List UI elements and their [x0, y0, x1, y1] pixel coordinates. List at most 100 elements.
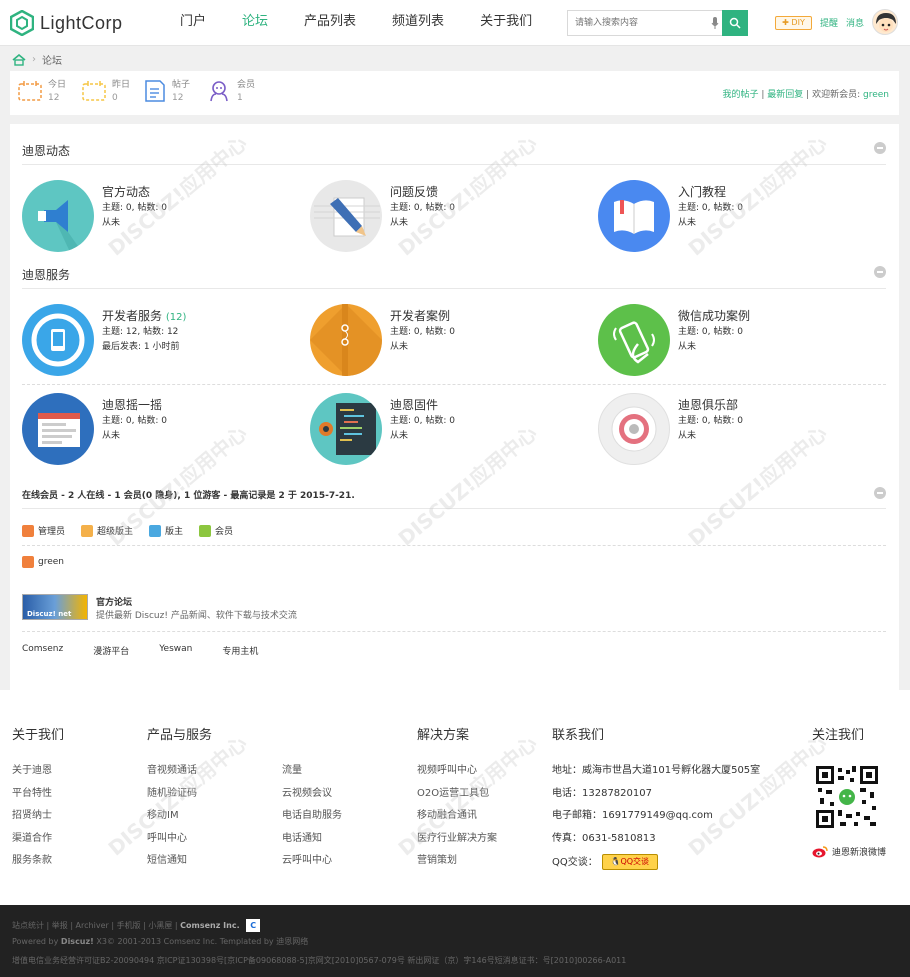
- bottom-bar: 站点统计 | 举报 | Archiver | 手机版 | 小黑屋 | Comse…: [0, 905, 910, 977]
- nav-forum[interactable]: 论坛: [227, 0, 283, 46]
- footer-link[interactable]: 云视频会议: [282, 787, 342, 810]
- legend-label: 管理员: [38, 527, 66, 537]
- forum-stats: 主题: 0, 帖数: 0: [390, 416, 455, 426]
- plus-icon: ✚: [782, 18, 789, 27]
- forum-item[interactable]: 迪恩俱乐部 主题: 0, 帖数: 0 从未: [598, 393, 878, 467]
- collapse-icon[interactable]: [874, 266, 886, 278]
- new-member-link[interactable]: green: [863, 90, 889, 100]
- forum-item[interactable]: 迪恩摇一摇 主题: 0, 帖数: 0 从未: [22, 393, 302, 467]
- footer-link[interactable]: 随机验证码: [147, 787, 212, 810]
- today-count: (12): [165, 312, 187, 323]
- footer-link[interactable]: 流量: [282, 764, 342, 787]
- message-link[interactable]: 消息: [846, 16, 864, 29]
- microphone-icon[interactable]: [711, 16, 719, 30]
- my-posts-link[interactable]: 我的帖子: [723, 90, 759, 100]
- discuz-logo[interactable]: Discuz! net: [22, 594, 88, 620]
- avatar[interactable]: [872, 9, 898, 35]
- bottom-links-text[interactable]: 站点统计 | 举报 | Archiver | 手机版 | 小黑屋 |: [12, 921, 178, 930]
- forum-main: 迪恩动态 官方动态 主题: 0, 帖数: 0 从未 问题反馈 主题: 0, 帖数…: [10, 124, 899, 690]
- forum-item[interactable]: 迪恩固件 主题: 0, 帖数: 0 从未: [310, 393, 590, 467]
- forum-item[interactable]: 入门教程 主题: 0, 帖数: 0 从未: [598, 180, 878, 254]
- footer-link[interactable]: 视频呼叫中心: [417, 764, 497, 787]
- shake-phone-icon: [598, 304, 670, 376]
- footer-link[interactable]: 短信通知: [147, 854, 212, 877]
- nav-products[interactable]: 产品列表: [289, 0, 371, 46]
- forum-title[interactable]: 迪恩摇一摇: [102, 396, 162, 413]
- legend-label: 版主: [165, 527, 184, 537]
- footer-link[interactable]: 呼叫中心: [147, 832, 212, 855]
- stat-posts: 帖子 12: [144, 79, 190, 105]
- nav-channels[interactable]: 频道列表: [377, 0, 459, 46]
- footer-link[interactable]: 云呼叫中心: [282, 854, 342, 877]
- stat-members-value: 1: [237, 93, 243, 103]
- search-button[interactable]: [722, 10, 748, 36]
- section-title-dynamics[interactable]: 迪恩动态: [22, 142, 70, 159]
- forum-title[interactable]: 微信成功案例: [678, 307, 750, 324]
- footer-heading: 联系我们: [552, 728, 605, 743]
- collapse-icon[interactable]: [874, 142, 886, 154]
- text-link[interactable]: Yeswan: [159, 644, 192, 657]
- powered-brand[interactable]: Discuz!: [61, 937, 94, 946]
- footer-link[interactable]: 移动融合通讯: [417, 809, 497, 832]
- footer-link[interactable]: 医疗行业解决方案: [417, 832, 497, 855]
- user-icon: [22, 556, 34, 568]
- forum-item[interactable]: 官方动态 主题: 0, 帖数: 0 从未: [22, 180, 302, 254]
- forum-item[interactable]: 开发者服务 (12) 主题: 12, 帖数: 12 最后发表: 1 小时前: [22, 304, 302, 378]
- nav-about[interactable]: 关于我们: [465, 0, 547, 46]
- legend-member: 会员: [199, 524, 233, 537]
- stats-bar: 今日 12 昨日 0 帖子 12 会员 1 我的帖子 | 最新回复 | 欢迎新会员: g…: [10, 71, 899, 115]
- home-icon[interactable]: [12, 53, 26, 66]
- nav-portal[interactable]: 门户: [165, 0, 221, 46]
- forum-title[interactable]: 迪恩俱乐部: [678, 396, 738, 413]
- stat-yesterday-label: 昨日: [112, 80, 131, 90]
- footer-link[interactable]: O2O运营工具包: [417, 787, 497, 810]
- forum-title[interactable]: 迪恩固件: [390, 396, 438, 413]
- footer-link[interactable]: 音视频通话: [147, 764, 212, 787]
- footer-link[interactable]: 电话通知: [282, 832, 342, 855]
- section-title-services[interactable]: 迪恩服务: [22, 266, 70, 283]
- footer-link[interactable]: 电话自助服务: [282, 809, 342, 832]
- forum-item[interactable]: 问题反馈 主题: 0, 帖数: 0 从未: [310, 180, 590, 254]
- logo[interactable]: LightCorp: [10, 10, 123, 36]
- footer-link[interactable]: 渠道合作: [12, 832, 64, 855]
- footer-link[interactable]: 关于迪恩: [12, 764, 64, 787]
- comsenz-logo-icon[interactable]: C: [246, 919, 261, 932]
- text-link[interactable]: 专用主机: [222, 644, 258, 657]
- footer-link[interactable]: 移动IM: [147, 809, 212, 832]
- footer-link[interactable]: 招贤纳士: [12, 809, 64, 832]
- forum-item[interactable]: 开发者案例 主题: 0, 帖数: 0 从未: [310, 304, 590, 378]
- weibo-icon: [812, 846, 828, 858]
- collapse-icon[interactable]: [874, 487, 886, 499]
- forum-last-post: 从未: [678, 218, 697, 228]
- search-box: [567, 10, 748, 36]
- divider: [22, 631, 886, 632]
- footer-link[interactable]: 服务条款: [12, 854, 64, 877]
- forum-title[interactable]: 官方动态: [102, 183, 150, 200]
- footer-link[interactable]: 平台特性: [12, 787, 64, 810]
- friend-link-title[interactable]: 官方论坛: [96, 595, 132, 608]
- online-info[interactable]: 在线会员 - 2 人在线 - 1 会员(0 隐身), 1 位游客 - 最高记录是…: [22, 488, 355, 501]
- text-link[interactable]: 漫游平台: [93, 644, 129, 657]
- powered-prefix: Powered by: [12, 937, 59, 946]
- footer-link[interactable]: 营销策划: [417, 854, 497, 877]
- book-icon: [598, 180, 670, 252]
- qq-chat-button[interactable]: 🐧QQ交谈: [601, 854, 658, 870]
- latest-reply-link[interactable]: 最新回复: [767, 90, 803, 100]
- forum-last-post[interactable]: 最后发表: 1 小时前: [102, 339, 179, 352]
- code-icon: [310, 393, 382, 465]
- forum-title[interactable]: 开发者服务 (12): [102, 307, 186, 324]
- forum-stats: 主题: 0, 帖数: 0: [102, 203, 167, 213]
- forum-title[interactable]: 入门教程: [678, 183, 726, 200]
- online-member[interactable]: green: [22, 556, 64, 568]
- search-input[interactable]: [568, 11, 710, 35]
- search-icon: [729, 17, 741, 29]
- forum-item[interactable]: 微信成功案例 主题: 0, 帖数: 0 从未: [598, 304, 878, 378]
- company-name[interactable]: Comsenz Inc.: [180, 921, 239, 930]
- text-link[interactable]: Comsenz: [22, 644, 63, 657]
- forum-title[interactable]: 开发者案例: [390, 307, 450, 324]
- forum-title[interactable]: 问题反馈: [390, 183, 438, 200]
- contact-email: 电子邮箱：1691779149@qq.com: [552, 810, 713, 821]
- weibo-link[interactable]: 迪恩新浪微博: [812, 845, 886, 858]
- remind-link[interactable]: 提醒: [820, 16, 838, 29]
- diy-button[interactable]: ✚ DIY: [775, 16, 812, 30]
